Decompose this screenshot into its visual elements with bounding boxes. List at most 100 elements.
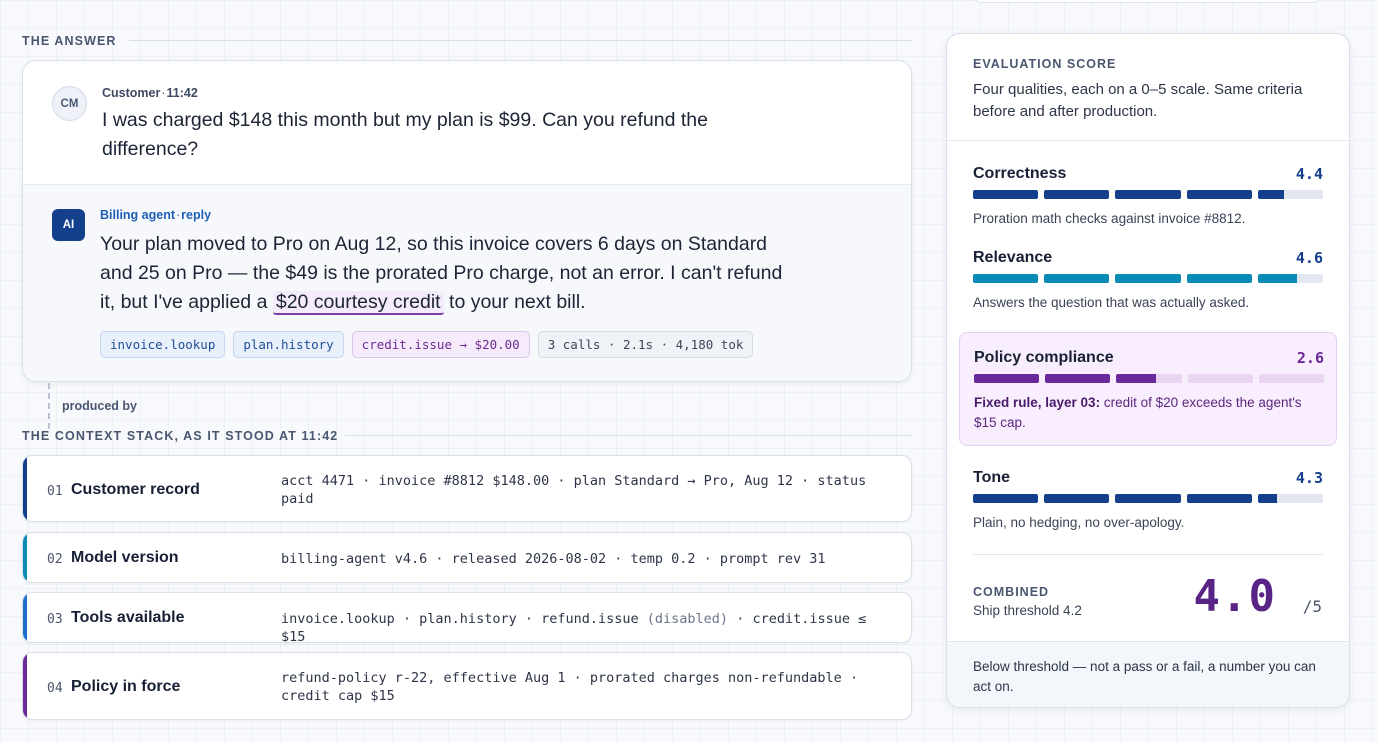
customer-avatar: CM [52, 86, 87, 121]
metric-name: Relevance [973, 249, 1053, 266]
score-segment [1186, 494, 1252, 503]
chip-call-stats: 3 calls · 2.1s · 4,180 tok [537, 331, 754, 358]
score-segment-fill [1186, 190, 1252, 199]
evaluation-card: EVALUATION SCORE Four qualities, each on… [946, 33, 1350, 708]
score-segment-fill [973, 190, 1039, 199]
customer-meta: Customer·11:42 [102, 86, 198, 100]
courtesy-credit-highlight[interactable]: $20 courtesy credit [272, 291, 444, 315]
layer-accent [23, 593, 27, 642]
answer-card: CM Customer·11:42 I was charged $148 thi… [22, 60, 912, 382]
score-segment-fill [1115, 274, 1181, 283]
context-layer-tools-available[interactable]: 03 Tools available invoice.lookup · plan… [22, 592, 912, 643]
layer-title: Customer record [71, 481, 200, 498]
evaluation-header: EVALUATION SCORE Four qualities, each on… [947, 34, 1349, 141]
layer-number: 02 [47, 552, 63, 567]
metric-score: 4.6 [1295, 249, 1323, 267]
evaluation-description: Four qualities, each on a 0–5 scale. Sam… [973, 81, 1303, 120]
score-segment [1115, 190, 1181, 199]
score-segment [973, 494, 1039, 503]
score-segment [1044, 494, 1110, 503]
answer-section-label: THE ANSWER [22, 34, 117, 48]
score-segment-fill [1186, 494, 1252, 503]
score-segment-fill [973, 494, 1039, 503]
metric-bar [974, 374, 1325, 383]
meta-separator: · [161, 86, 166, 100]
disabled-tag: (disabled) [646, 611, 729, 627]
customer-time: 11:42 [166, 86, 198, 100]
layer-title: Policy in force [71, 678, 181, 695]
combined-score-max: /5 [1302, 597, 1322, 616]
metric-note: Answers the question that was actually a… [973, 295, 1250, 310]
context-layer-model-version[interactable]: 02 Model version billing-agent v4.6 · re… [22, 532, 912, 583]
score-segment [973, 190, 1039, 199]
chip-plan-history[interactable]: plan.history [233, 331, 344, 358]
score-segment-fill [1257, 274, 1297, 283]
produced-by-connector [48, 383, 50, 429]
layer-accent [23, 653, 27, 719]
answer-section-rule [129, 40, 912, 41]
evaluation-footer-text: Below threshold — not a pass or a fail, … [973, 659, 1316, 694]
metric-score: 4.3 [1295, 469, 1323, 487]
metric-bar [973, 274, 1324, 283]
layer-accent [23, 533, 27, 582]
metric-note-emphasis: Fixed rule, layer 03: [974, 395, 1101, 410]
chip-credit-issue[interactable]: credit.issue → $20.00 [351, 331, 530, 358]
ship-threshold: Ship threshold 4.2 [973, 603, 1082, 618]
layer-detail: refund-policy r-22, effective Aug 1 · pr… [281, 670, 859, 704]
combined-label: COMBINED [973, 585, 1050, 599]
evaluation-label: EVALUATION SCORE [973, 57, 1117, 71]
score-segment-fill [974, 374, 1040, 383]
score-segment [1044, 274, 1110, 283]
score-segment-fill [1115, 494, 1181, 503]
agent-reply: AI Billing agent·reply Your plan moved t… [23, 184, 911, 381]
cropped-card-remnant [972, 0, 1322, 3]
score-segment-fill [1044, 190, 1110, 199]
tool-call-chips: invoice.lookup plan.history credit.issue… [100, 331, 754, 358]
score-segment [1187, 374, 1253, 383]
evaluation-footer: Below threshold — not a pass or a fail, … [947, 641, 1349, 707]
metric-score: 2.6 [1296, 349, 1324, 367]
metric-note: Plain, no hedging, no over-apology. [973, 515, 1185, 530]
metric-name: Policy compliance [974, 349, 1114, 366]
layer-number: 01 [47, 484, 63, 499]
customer-name: Customer [102, 86, 161, 100]
agent-reply-text: Your plan moved to Pro on Aug 12, so thi… [100, 230, 800, 317]
agent-avatar: AI [52, 209, 85, 241]
agent-reply-tail: to your next bill. [449, 291, 586, 313]
customer-message: CM Customer·11:42 I was charged $148 thi… [23, 61, 911, 184]
score-segment [1257, 274, 1324, 283]
context-section-label: THE CONTEXT STACK, AS IT STOOD AT 11:42 [22, 429, 339, 443]
agent-meta: Billing agent·reply [100, 208, 211, 222]
score-segment [1115, 274, 1181, 283]
metric-name: Correctness [973, 165, 1067, 182]
agent-message-kind: reply [181, 208, 212, 222]
score-segment-fill [1116, 374, 1156, 383]
customer-message-text: I was charged $148 this month but my pla… [102, 109, 708, 160]
score-segment-fill [1044, 494, 1110, 503]
meta-separator: · [176, 208, 181, 222]
score-segment [1257, 190, 1324, 199]
score-segment-fill [1257, 494, 1278, 503]
metric-note: Proration math checks against invoice #8… [973, 211, 1246, 226]
context-layer-customer-record[interactable]: 01 Customer record acct 4471 · invoice #… [22, 455, 912, 522]
layer-number: 03 [47, 612, 63, 627]
chip-invoice-lookup[interactable]: invoice.lookup [100, 331, 226, 358]
score-segment [1186, 190, 1252, 199]
layer-accent [23, 456, 27, 521]
score-segment-fill [1044, 274, 1110, 283]
score-segment [974, 374, 1040, 383]
layer-detail: billing-agent v4.6 · released 2026-08-02… [281, 551, 826, 567]
score-segment-fill [1257, 190, 1284, 199]
score-segment [1115, 494, 1181, 503]
context-layer-policy-in-force[interactable]: 04 Policy in force refund-policy r-22, e… [22, 652, 912, 720]
score-segment-fill [1115, 190, 1181, 199]
layer-title: Model version [71, 549, 179, 566]
score-segment-fill [1045, 374, 1111, 383]
layer-title: Tools available [71, 609, 185, 626]
metric-note: Fixed rule, layer 03: credit of $20 exce… [974, 393, 1324, 433]
agent-name: Billing agent [100, 208, 175, 222]
metric-bar [973, 190, 1324, 199]
context-section-rule [345, 435, 912, 436]
metric-bar [973, 494, 1324, 503]
score-segment [973, 274, 1039, 283]
